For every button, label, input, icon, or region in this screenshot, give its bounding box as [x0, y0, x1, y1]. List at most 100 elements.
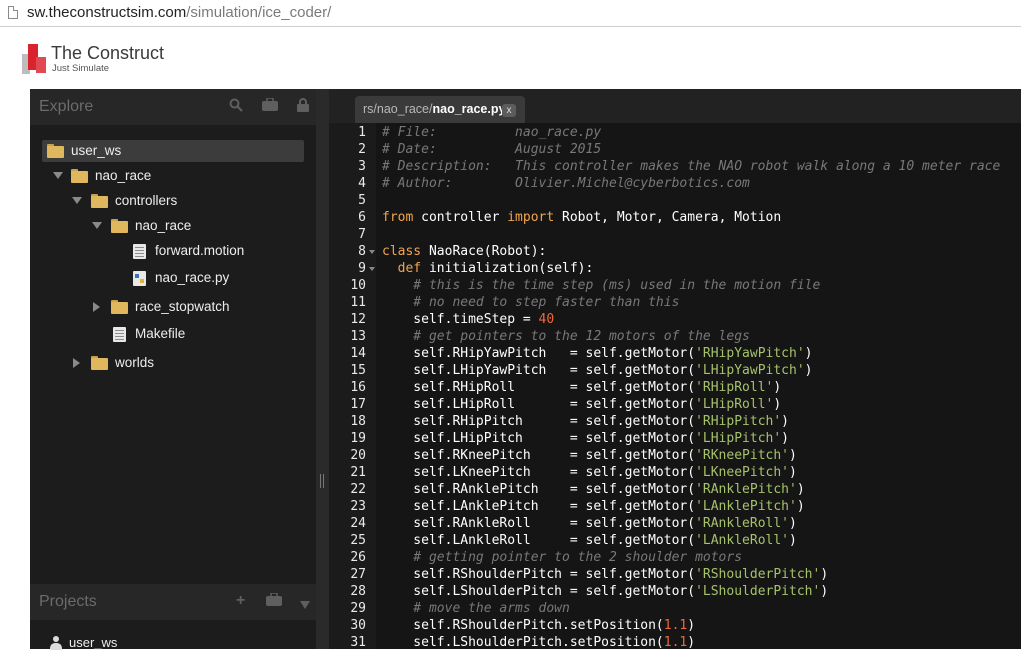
code-line: def initialization(self):	[382, 261, 594, 276]
code-line: self.RHipYawPitch = self.getMotor('RHipY…	[382, 346, 813, 361]
search-icon[interactable]	[229, 98, 243, 115]
tree-item-forward-motion[interactable]: forward.motion	[30, 240, 316, 262]
chevron-right-icon[interactable]	[93, 302, 100, 312]
line-number: 3	[358, 159, 366, 174]
code-editor[interactable]: rs/nao_race/nao_race.py x 1 2 3 4 5 6 7 …	[329, 89, 1021, 650]
the-construct-logo-icon[interactable]	[22, 43, 48, 75]
url-text[interactable]: sw.theconstructsim.com/simulation/ice_co…	[27, 4, 331, 22]
line-number: 17	[350, 397, 366, 412]
tree-item-worlds[interactable]: worlds	[30, 352, 316, 374]
panel-resize-handle[interactable]	[316, 89, 329, 649]
projects-header: Projects +	[30, 584, 316, 620]
tab-nao-race-py[interactable]: rs/nao_race/nao_race.py x	[355, 96, 525, 123]
fold-toggle-icon[interactable]	[369, 267, 375, 271]
ide-workspace: Explore user_ws nao_race controllers nao…	[0, 89, 1021, 650]
tree-item-makefile[interactable]: Makefile	[30, 323, 316, 345]
chevron-down-icon[interactable]	[72, 197, 82, 204]
chevron-right-icon[interactable]	[73, 358, 80, 368]
line-number: 26	[350, 550, 366, 565]
site-header: The Construct Just Simulate	[0, 27, 1021, 89]
code-line: self.LHipPitch = self.getMotor('LHipPitc…	[382, 431, 789, 446]
folder-icon	[111, 300, 128, 314]
code-line: # Author: Olivier.Michel@cyberbotics.com	[382, 176, 750, 191]
code-line: self.RHipPitch = self.getMotor('RHipPitc…	[382, 414, 789, 429]
code-line: # this is the time step (ms) used in the…	[382, 278, 821, 293]
code-line: self.LAnklePitch = self.getMotor('LAnkle…	[382, 499, 805, 514]
line-number: 22	[350, 482, 366, 497]
line-number: 28	[350, 584, 366, 599]
briefcase-icon[interactable]	[266, 592, 282, 610]
tab-path: rs/nao_race/	[363, 102, 433, 116]
code-line: from controller import Robot, Motor, Cam…	[382, 210, 782, 225]
line-number: 31	[350, 635, 366, 650]
tree-item-label: nao_race.py	[155, 270, 230, 285]
code-line: self.RAnkleRoll = self.getMotor('RAnkleR…	[382, 516, 797, 531]
fold-toggle-icon[interactable]	[369, 250, 375, 254]
project-item-user-ws[interactable]: user_ws	[30, 632, 316, 654]
brand-name[interactable]: The Construct	[51, 43, 164, 63]
line-number: 24	[350, 516, 366, 531]
code-line: self.LHipRoll = self.getMotor('LHipRoll'…	[382, 397, 782, 412]
tree-item-label: Makefile	[135, 326, 186, 341]
chevron-down-icon[interactable]	[92, 222, 102, 229]
line-number: 13	[350, 329, 366, 344]
code-line: # File: nao_race.py	[382, 125, 602, 140]
python-file-icon	[133, 271, 146, 286]
line-number: 16	[350, 380, 366, 395]
code-line: self.RAnklePitch = self.getMotor('RAnkle…	[382, 482, 805, 497]
line-number: 29	[350, 601, 366, 616]
chevron-down-icon[interactable]	[53, 172, 63, 179]
brand-tagline: Just Simulate	[52, 63, 110, 74]
code-line: class NaoRace(Robot):	[382, 244, 547, 259]
close-icon[interactable]: x	[502, 104, 516, 117]
line-number: 20	[350, 448, 366, 463]
file-icon	[113, 327, 126, 342]
line-number: 11	[350, 295, 366, 310]
page-icon	[8, 6, 18, 19]
line-number: 8	[358, 244, 366, 259]
code-line: self.LShoulderPitch = self.getMotor('LSh…	[382, 584, 829, 599]
explorer-title: Explore	[39, 98, 94, 115]
file-icon	[133, 244, 146, 259]
line-number: 19	[350, 431, 366, 446]
line-number: 15	[350, 363, 366, 378]
tree-item-user-ws[interactable]: user_ws	[30, 140, 316, 162]
tree-item-nao-race-controller[interactable]: nao_race	[30, 215, 316, 237]
code-line: self.LAnkleRoll = self.getMotor('LAnkleR…	[382, 533, 797, 548]
tree-item-nao-race[interactable]: nao_race	[30, 165, 316, 187]
tree-item-label: nao_race	[135, 218, 192, 233]
line-number: 1	[358, 125, 366, 140]
line-number: 9	[358, 261, 366, 276]
tree-item-nao-race-py[interactable]: nao_race.py	[30, 267, 316, 289]
tree-item-controllers[interactable]: controllers	[30, 190, 316, 212]
tree-item-race-stopwatch[interactable]: race_stopwatch	[30, 296, 316, 318]
line-number: 6	[358, 210, 366, 225]
code-line: self.RHipRoll = self.getMotor('RHipRoll'…	[382, 380, 782, 395]
code-line: # get pointers to the 12 motors of the l…	[382, 329, 750, 344]
line-number: 23	[350, 499, 366, 514]
folder-icon	[111, 219, 128, 233]
tab-filename: nao_race.py	[432, 102, 506, 116]
project-item-label: user_ws	[69, 635, 118, 650]
browser-address-bar[interactable]: sw.theconstructsim.com/simulation/ice_co…	[0, 0, 1021, 27]
tree-item-label: controllers	[115, 193, 178, 208]
code-line: self.LKneePitch = self.getMotor('LKneePi…	[382, 465, 797, 480]
plus-icon[interactable]: +	[236, 593, 245, 609]
explorer-panel: Explore user_ws nao_race controllers nao…	[30, 89, 316, 650]
code-line: self.LShoulderPitch.setPosition(1.1)	[382, 635, 696, 649]
line-number: 18	[350, 414, 366, 429]
line-number: 30	[350, 618, 366, 633]
line-number: 7	[358, 227, 366, 242]
grip-icon	[320, 474, 324, 488]
url-path: /simulation/ice_coder/	[186, 4, 332, 21]
briefcase-icon[interactable]	[262, 97, 278, 115]
code-area[interactable]: # File: nao_race.py # Date: August 2015 …	[382, 123, 1021, 649]
line-number: 21	[350, 465, 366, 480]
code-line: self.RKneePitch = self.getMotor('RKneePi…	[382, 448, 797, 463]
line-number: 10	[350, 278, 366, 293]
user-icon	[50, 636, 62, 650]
lock-icon[interactable]	[297, 98, 309, 115]
code-line: self.timeStep = 40	[382, 312, 555, 327]
chevron-down-icon[interactable]	[300, 596, 310, 612]
folder-icon	[91, 194, 108, 208]
